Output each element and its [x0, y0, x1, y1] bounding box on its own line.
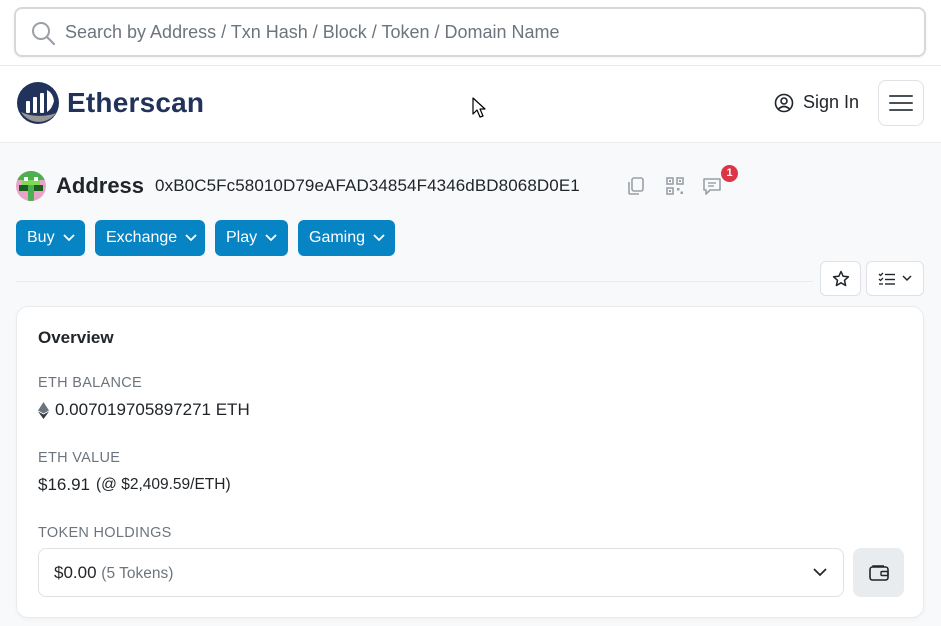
- eth-value-amount: $16.91: [38, 475, 90, 494]
- multichain-wallet-button[interactable]: [853, 548, 904, 597]
- etherscan-logo[interactable]: Etherscan: [16, 81, 204, 125]
- star-icon: [832, 270, 849, 286]
- site-header: Etherscan Sign In: [0, 66, 941, 143]
- chevron-down-icon: [813, 568, 827, 577]
- token-holdings-count: (5 Tokens): [101, 565, 174, 582]
- chevron-down-icon: [62, 234, 75, 242]
- overview-card: Overview ETH BALANCE 0.007019705897271 E…: [16, 306, 924, 618]
- eth-diamond-icon: [38, 401, 49, 419]
- qr-code-icon[interactable]: [665, 176, 685, 196]
- mouse-cursor-icon: [472, 97, 486, 118]
- hamburger-menu-icon: [889, 95, 913, 111]
- eth-value-row: $16.91 (@ $2,409.59/ETH): [38, 475, 231, 495]
- buy-label: Buy: [27, 229, 55, 246]
- list-check-icon: [878, 272, 895, 285]
- exchange-dropdown-button[interactable]: Exchange: [95, 220, 205, 256]
- address-heading: Address 0xB0C5Fc58010D79eAFAD34854F4346d…: [16, 170, 580, 202]
- token-holdings-label: TOKEN HOLDINGS: [38, 525, 172, 541]
- add-to-watchlist-button[interactable]: [820, 261, 861, 296]
- copy-icon[interactable]: [626, 176, 646, 196]
- token-holdings-value: $0.00: [54, 563, 97, 582]
- chevron-down-icon: [373, 234, 385, 242]
- address-avatar: [16, 171, 46, 201]
- address-title: Address: [56, 173, 145, 198]
- chevron-down-icon: [185, 234, 197, 242]
- sign-in-link[interactable]: Sign In: [774, 92, 859, 113]
- token-holdings-text: $0.00 (5 Tokens): [54, 563, 173, 583]
- user-circle-icon: [774, 93, 794, 112]
- more-options-button[interactable]: [866, 261, 924, 296]
- chevron-down-icon: [902, 275, 912, 282]
- eth-value-label: ETH VALUE: [38, 450, 121, 466]
- menu-toggle-button[interactable]: [878, 80, 924, 126]
- eth-balance-row: 0.007019705897271 ETH: [38, 400, 250, 420]
- section-divider: [16, 281, 813, 282]
- overview-title: Overview: [38, 328, 114, 347]
- brand-name: Etherscan: [67, 87, 205, 118]
- token-holdings-dropdown[interactable]: $0.00 (5 Tokens): [38, 548, 844, 597]
- eth-balance-label: ETH BALANCE: [38, 375, 143, 391]
- wallet-icon: [868, 564, 889, 581]
- search-bar-container: Search by Address / Txn Hash / Block / T…: [0, 0, 941, 66]
- notification-badge: 1: [721, 165, 738, 182]
- chevron-down-icon: [265, 234, 277, 242]
- search-placeholder: Search by Address / Txn Hash / Block / T…: [65, 22, 560, 42]
- comment-icon[interactable]: [702, 176, 722, 196]
- exchange-label: Exchange: [106, 229, 178, 246]
- gaming-label: Gaming: [309, 229, 366, 246]
- address-hash: 0xB0C5Fc58010D79eAFAD34854F4346dBD8068D0…: [155, 176, 580, 195]
- play-dropdown-button[interactable]: Play: [215, 220, 288, 256]
- etherscan-logo-icon: [17, 82, 59, 124]
- eth-value-rate: (@ $2,409.59/ETH): [96, 476, 231, 493]
- eth-balance-value: 0.007019705897271 ETH: [55, 400, 250, 419]
- buy-dropdown-button[interactable]: Buy: [16, 220, 85, 256]
- sign-in-label: Sign In: [803, 92, 860, 112]
- search-input[interactable]: Search by Address / Txn Hash / Block / T…: [14, 7, 926, 57]
- search-icon: [32, 22, 56, 46]
- play-label: Play: [226, 229, 258, 246]
- gaming-dropdown-button[interactable]: Gaming: [298, 220, 395, 256]
